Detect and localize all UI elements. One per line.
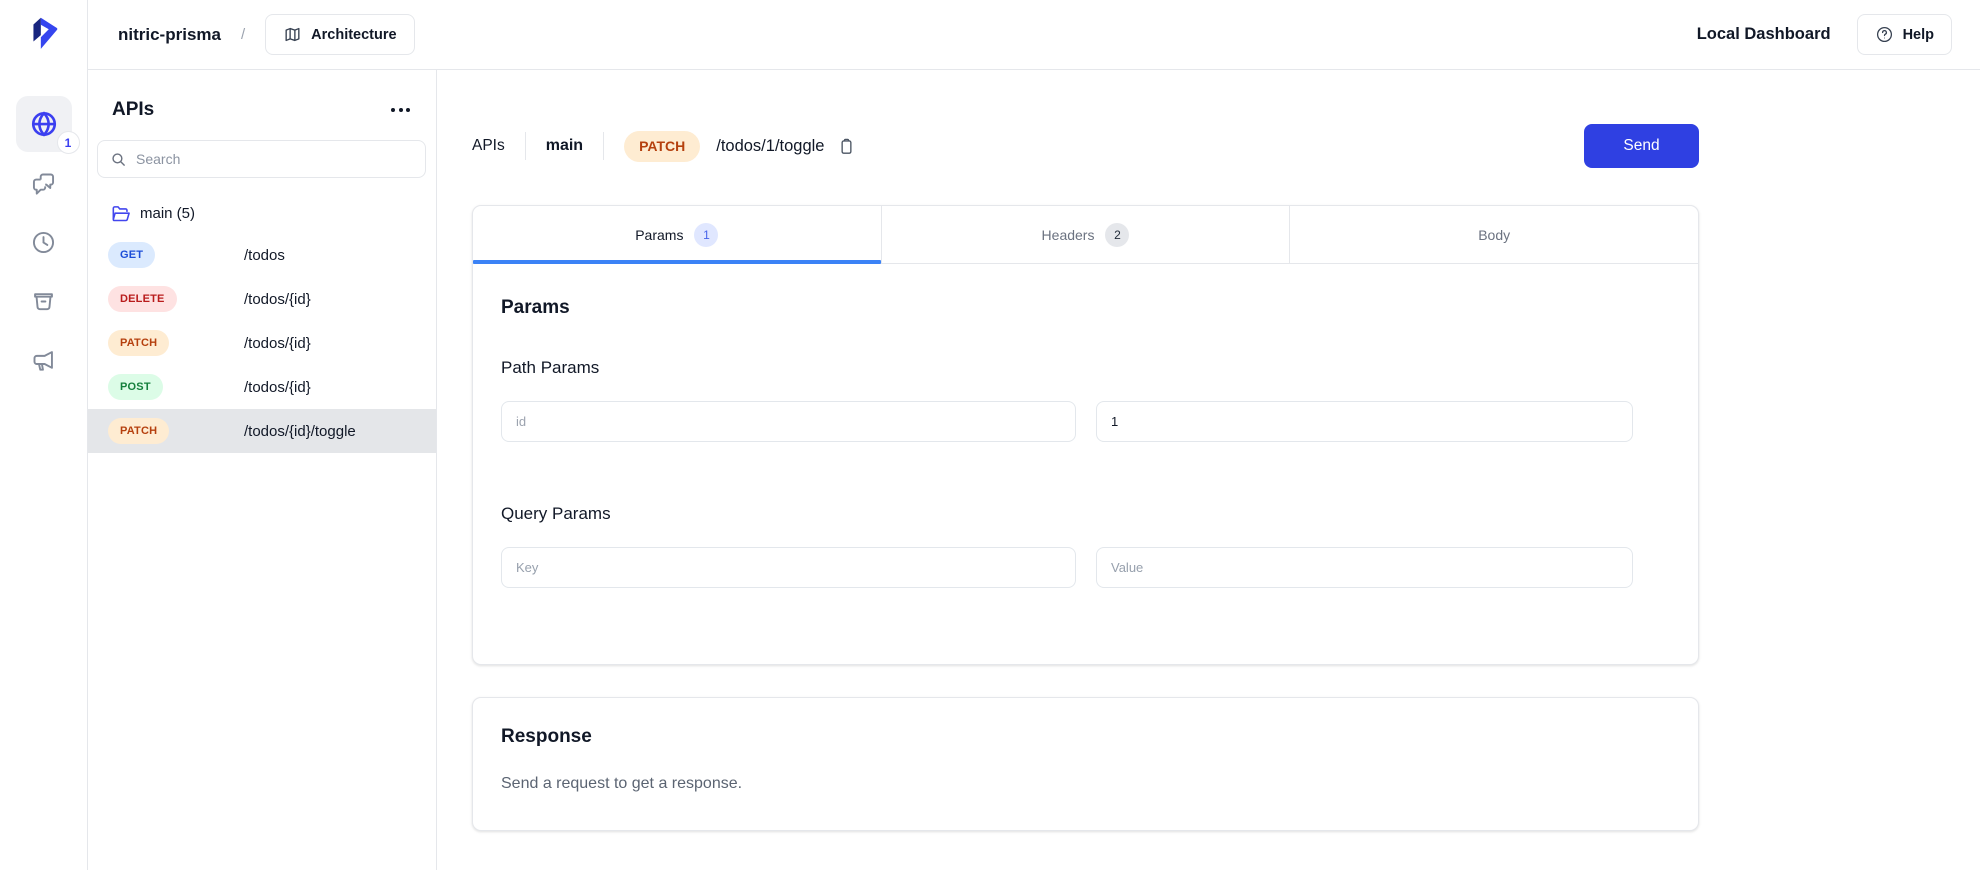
top-bar: nitric-prisma / Architecture Local Dashb… (88, 0, 1980, 70)
response-card: Response Send a request to get a respons… (472, 697, 1699, 831)
topbar-right: Local Dashboard Help (1697, 14, 1952, 55)
method-badge: PATCH (108, 330, 169, 356)
help-button-label: Help (1903, 27, 1934, 43)
endpoint-row[interactable]: POST /todos/{id} (88, 365, 436, 409)
map-icon (283, 25, 302, 44)
endpoint-tree: main (5) GET /todos DELETE /todos/{id} P… (88, 193, 436, 453)
breadcrumb-divider (525, 132, 526, 160)
app-root: 1 (0, 0, 1980, 870)
request-tabs: Params 1 Headers 2 Body (473, 206, 1698, 264)
copy-path-button[interactable] (837, 135, 859, 157)
breadcrumb-root: APIs (472, 137, 505, 155)
apis-panel-header: APIs (88, 70, 436, 121)
method-badge: PATCH (108, 418, 169, 444)
sidebar-item-topics[interactable] (29, 345, 59, 375)
apis-panel-title: APIs (112, 99, 154, 121)
clipboard-icon (837, 137, 856, 156)
breadcrumb-method-badge: PATCH (624, 131, 700, 162)
query-param-value-field[interactable] (1096, 547, 1633, 588)
endpoint-row[interactable]: PATCH /todos/{id} (88, 321, 436, 365)
query-params-title: Query Params (501, 504, 1633, 524)
breadcrumb-divider (603, 132, 604, 160)
chat-bubbles-icon (30, 170, 57, 197)
endpoint-row[interactable]: DELETE /todos/{id} (88, 277, 436, 321)
tab-body[interactable]: Body (1289, 206, 1698, 263)
main-content: APIs main PATCH /todos/1/toggle (437, 70, 1980, 870)
tab-params-label: Params (635, 227, 683, 243)
architecture-button[interactable]: Architecture (265, 14, 414, 55)
help-button[interactable]: Help (1857, 14, 1952, 55)
nav-rail: 1 (0, 0, 88, 870)
endpoint-path: /todos/{id} (244, 335, 311, 352)
breadcrumb-api: main (546, 137, 583, 155)
endpoint-path: /todos/{id}/toggle (244, 423, 356, 440)
project-name: nitric-prisma (118, 25, 221, 45)
breadcrumb-separator: / (241, 26, 245, 43)
panel-menu-button[interactable] (389, 102, 412, 118)
tab-body-label: Body (1478, 227, 1510, 243)
apis-panel: APIs main (5) (88, 70, 437, 870)
sidebar-item-websockets[interactable] (29, 168, 59, 198)
endpoint-path: /todos (244, 247, 285, 264)
path-params-row (501, 401, 1633, 442)
folder-main[interactable]: main (5) (88, 193, 436, 233)
tab-params-count-badge: 1 (694, 223, 718, 247)
search-icon (110, 151, 127, 168)
help-circle-icon (1875, 25, 1894, 44)
response-title: Response (501, 698, 1670, 748)
endpoint-path: /todos/{id} (244, 291, 311, 308)
folder-label: main (5) (140, 205, 195, 222)
method-badge: POST (108, 374, 163, 400)
breadcrumb: APIs main PATCH /todos/1/toggle (472, 131, 859, 162)
endpoint-row-selected[interactable]: PATCH /todos/{id}/toggle (88, 409, 436, 453)
search-input[interactable] (136, 151, 413, 167)
tab-params[interactable]: Params 1 (473, 206, 881, 263)
local-dashboard-label: Local Dashboard (1697, 25, 1831, 44)
search-box (97, 140, 426, 178)
right-column: nitric-prisma / Architecture Local Dashb… (88, 0, 1980, 870)
send-button[interactable]: Send (1584, 124, 1699, 168)
architecture-button-label: Architecture (311, 27, 396, 43)
sidebar-item-schedules[interactable] (29, 227, 59, 257)
megaphone-icon (30, 347, 57, 374)
path-param-key-field[interactable] (501, 401, 1076, 442)
tab-headers[interactable]: Headers 2 (881, 206, 1290, 263)
params-panel: Params Path Params Query Params (473, 264, 1698, 664)
tab-headers-label: Headers (1042, 227, 1095, 243)
path-params-title: Path Params (501, 358, 1633, 378)
clock-icon (30, 229, 57, 256)
endpoint-row[interactable]: GET /todos (88, 233, 436, 277)
endpoint-path: /todos/{id} (244, 379, 311, 396)
sidebar-item-apis[interactable]: 1 (16, 96, 72, 152)
folder-open-icon (110, 203, 131, 224)
method-badge: DELETE (108, 286, 177, 312)
body-row: APIs main (5) (88, 70, 1980, 870)
path-param-value-field[interactable] (1096, 401, 1633, 442)
tab-headers-count-badge: 2 (1105, 223, 1129, 247)
response-empty-message: Send a request to get a response. (501, 775, 1670, 793)
sidebar-item-storage[interactable] (29, 286, 59, 316)
breadcrumb-path: /todos/1/toggle (716, 137, 824, 156)
globe-icon (29, 109, 59, 139)
method-badge: GET (108, 242, 155, 268)
request-bar: APIs main PATCH /todos/1/toggle (472, 124, 1699, 168)
request-card: Params 1 Headers 2 Body (472, 205, 1699, 665)
nitric-logo-icon[interactable] (25, 14, 63, 52)
apis-count-badge: 1 (57, 131, 80, 154)
query-param-key-field[interactable] (501, 547, 1076, 588)
params-title: Params (501, 264, 1633, 319)
archive-box-icon (30, 288, 57, 315)
query-params-row (501, 547, 1633, 588)
